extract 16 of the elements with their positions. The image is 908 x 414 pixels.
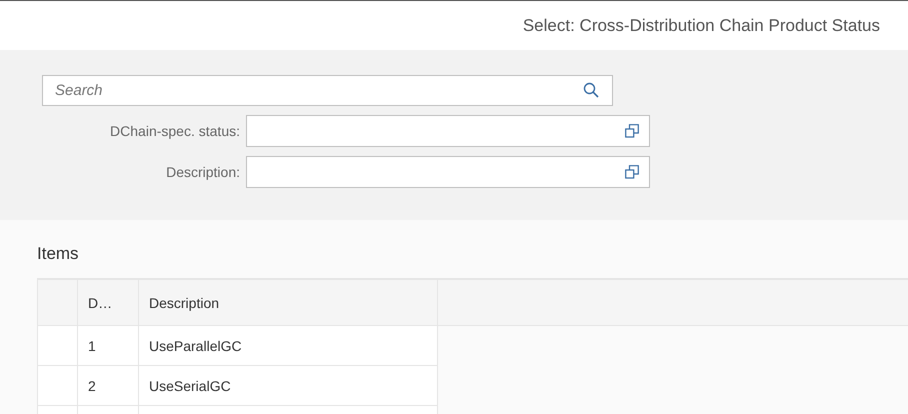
- section-title: Items: [37, 244, 80, 265]
- input-field[interactable]: [246, 156, 650, 188]
- value-help-icon[interactable]: [625, 124, 639, 138]
- search-field[interactable]: Search: [42, 75, 613, 106]
- table-cell: 2: [78, 366, 139, 406]
- field-label: Description:: [165, 164, 241, 180]
- table-cell: 1: [78, 326, 139, 366]
- row-selector-cell[interactable]: [38, 366, 78, 406]
- dialog-title: Select: Cross-Distribution Chain Product Status: [522, 16, 880, 36]
- field-label: DChain-spec. status:: [109, 123, 241, 139]
- row-selector-cell[interactable]: [38, 326, 78, 366]
- input-field[interactable]: [246, 115, 650, 147]
- search-icon[interactable]: [583, 82, 599, 98]
- table-cell: UseParallelGC: [139, 326, 438, 366]
- table-cell: UseSerialGC: [139, 366, 438, 406]
- value-help-icon[interactable]: [625, 165, 639, 179]
